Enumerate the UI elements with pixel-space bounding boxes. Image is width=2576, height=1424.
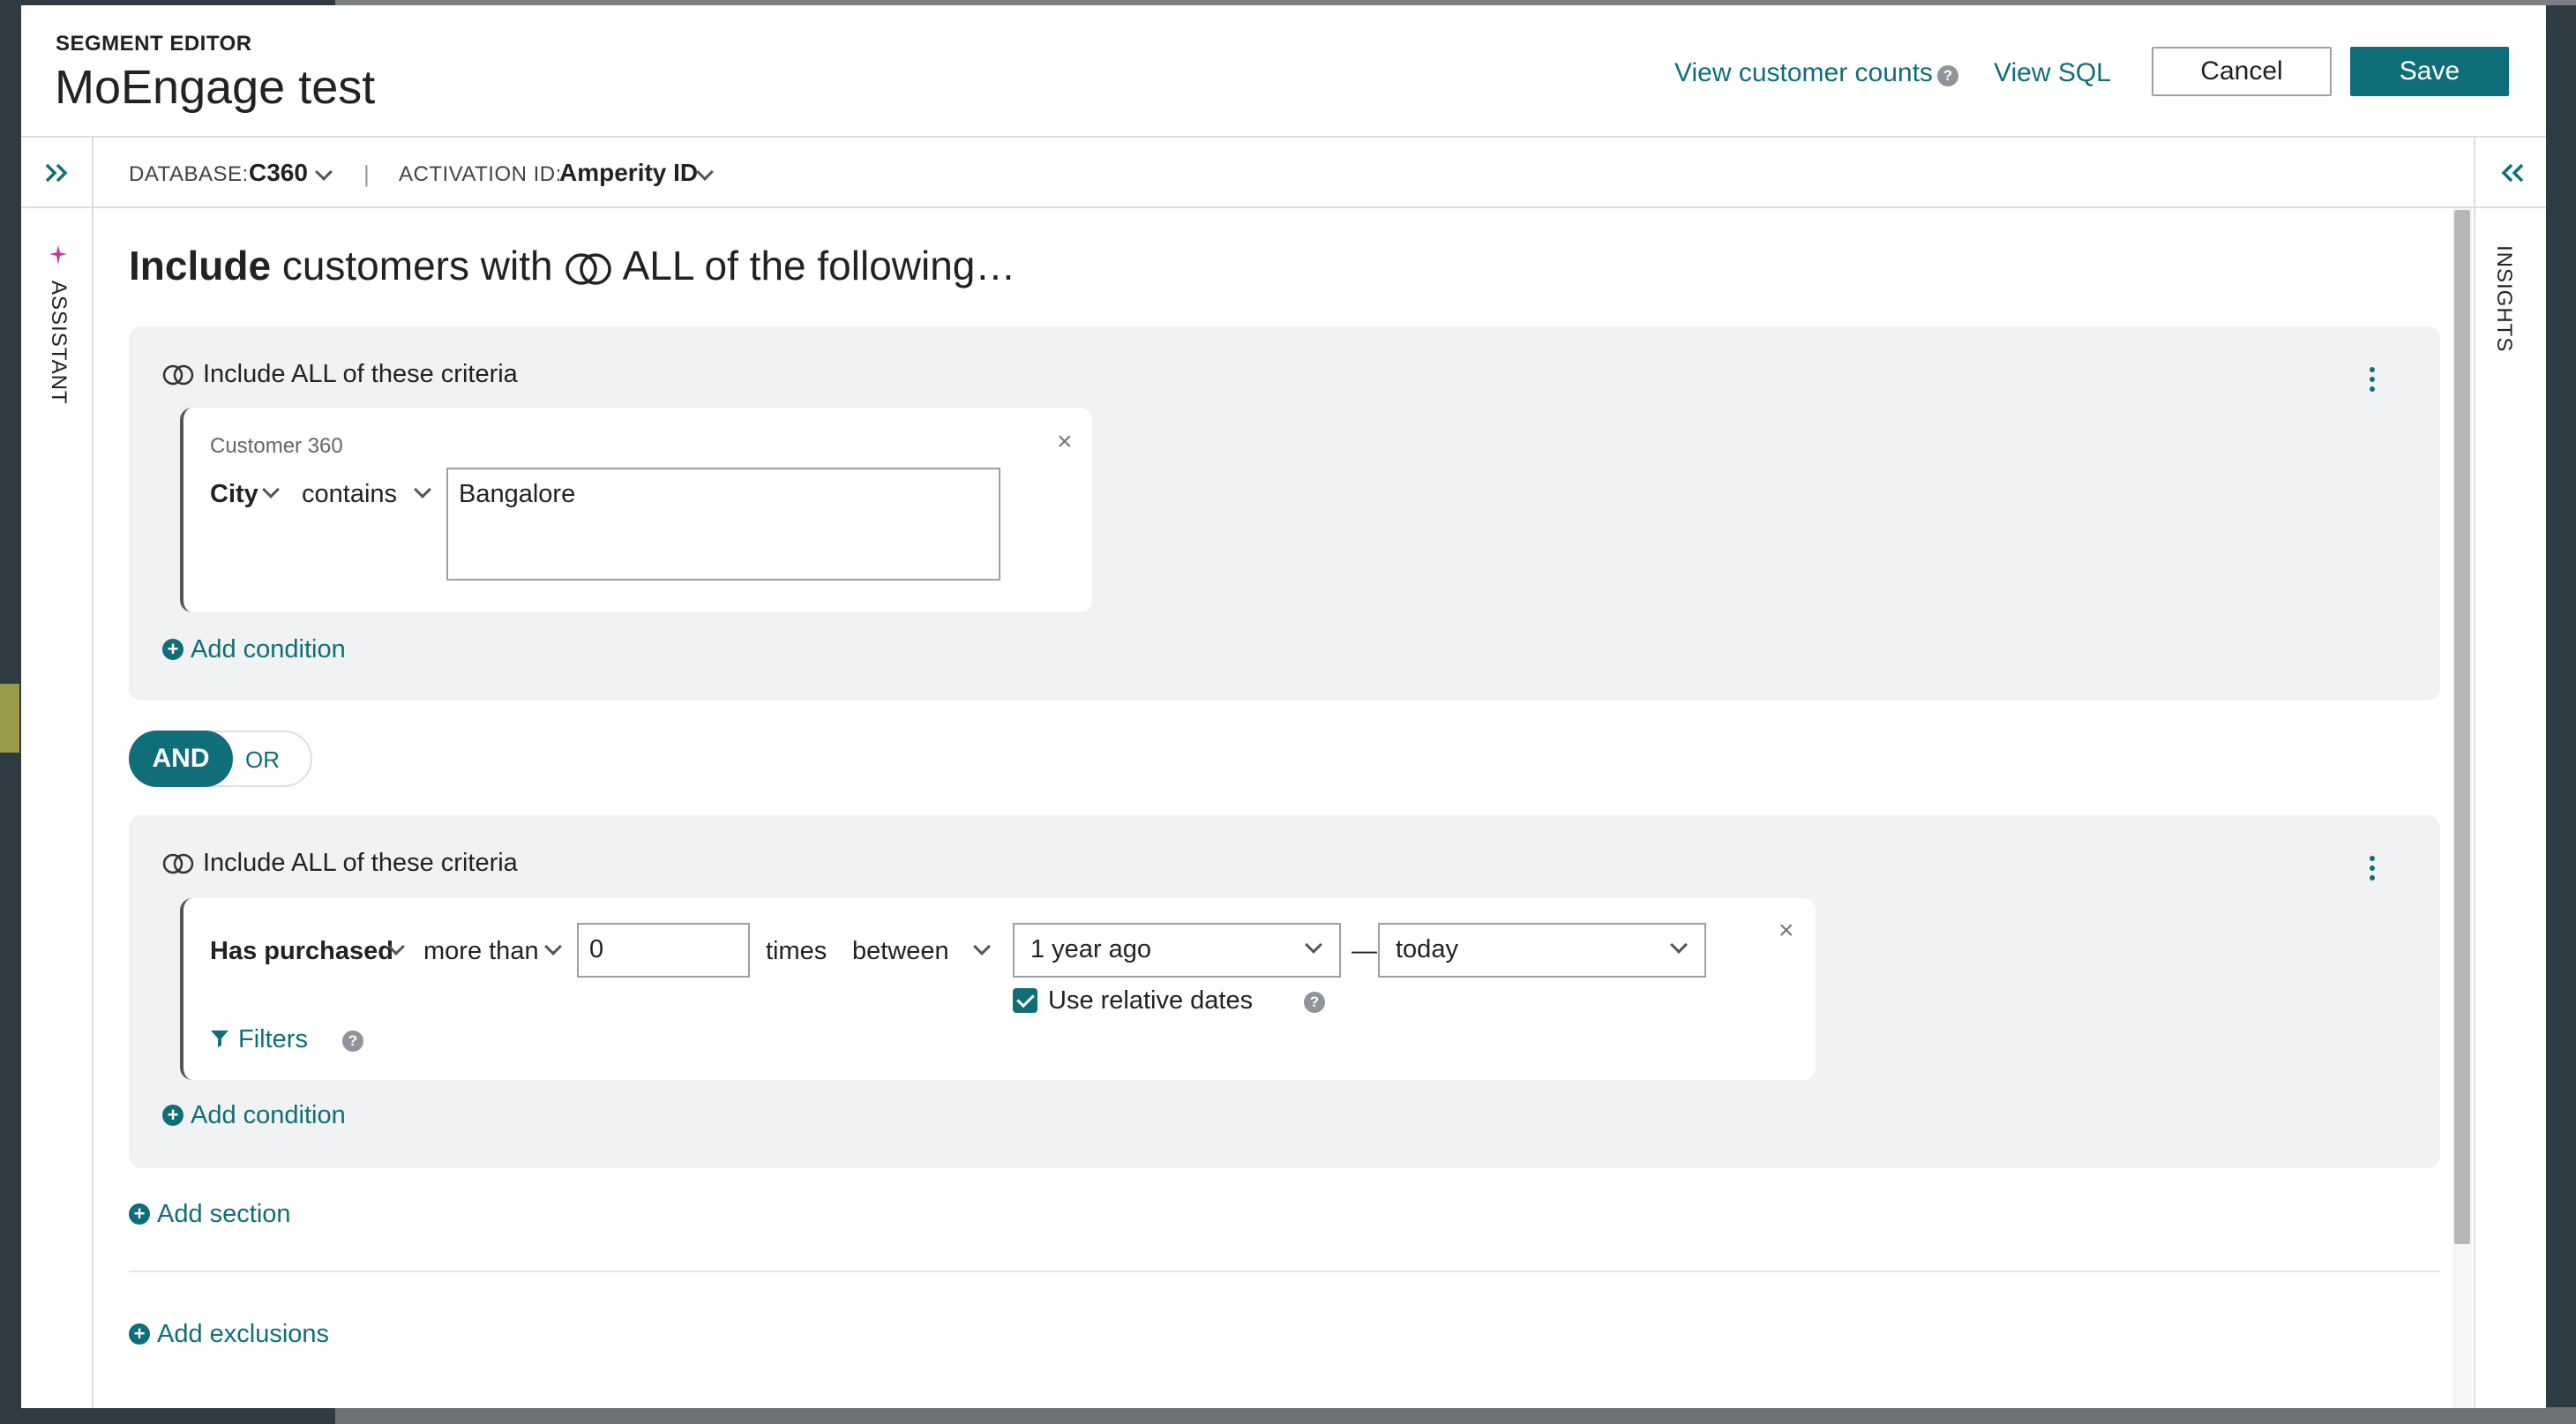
operator-select[interactable]: contains <box>302 480 397 509</box>
subbar-separator: | <box>363 161 370 187</box>
add-icon: + <box>162 1105 183 1126</box>
section-menu-icon[interactable] <box>2370 367 2375 396</box>
and-or-toggle[interactable]: AND OR <box>129 731 312 787</box>
criteria-section-1: Include ALL of these criteria Customer 3… <box>129 326 2440 701</box>
relative-dates-label[interactable]: Use relative dates <box>1048 986 1253 1016</box>
add-condition-link[interactable]: + Add condition <box>162 1101 346 1130</box>
collapse-right-panel[interactable] <box>2474 138 2546 208</box>
from-date-value: 1 year ago <box>1030 935 1152 963</box>
to-date-select[interactable]: today <box>1378 923 1706 978</box>
help-icon[interactable]: ? <box>342 1031 363 1052</box>
criteria-source: Customer 360 <box>210 434 343 458</box>
insights-rail[interactable] <box>2474 208 2546 1408</box>
add-exclusions-label[interactable]: Add exclusions <box>157 1320 329 1348</box>
activation-id-select[interactable]: Amperity ID <box>559 159 698 187</box>
database-bar: DATABASE: C360 | ACTIVATION ID: Amperity… <box>21 138 2546 208</box>
criteria-row: Has purchased more than 0 times between … <box>180 898 1816 1080</box>
remove-condition-icon[interactable]: × <box>1057 427 1073 457</box>
expand-left-panel[interactable] <box>21 138 94 208</box>
to-date-value: today <box>1396 935 1458 963</box>
add-condition-label[interactable]: Add condition <box>191 635 346 663</box>
include-word: Include <box>129 243 272 289</box>
field-select[interactable]: City <box>210 480 258 509</box>
add-condition-label[interactable]: Add condition <box>191 1101 346 1129</box>
expand-chevron-icon <box>45 163 68 183</box>
cancel-button[interactable]: Cancel <box>2152 47 2332 96</box>
count-input[interactable]: 0 <box>577 923 750 978</box>
add-exclusions-link[interactable]: + Add exclusions <box>129 1320 329 1349</box>
operator-chevron-down-icon[interactable] <box>414 481 431 498</box>
insights-tab[interactable]: INSIGHTS <box>2491 245 2516 352</box>
eyebrow-label: SEGMENT EDITOR <box>56 32 252 56</box>
database-label: DATABASE: <box>129 162 249 186</box>
from-chevron-down-icon <box>1305 936 1322 954</box>
database-select[interactable]: C360 <box>249 159 308 187</box>
value-input[interactable]: Bangalore <box>446 468 1000 581</box>
criteria-section-2: Include ALL of these criteria Has purcha… <box>129 815 2440 1168</box>
add-icon: + <box>129 1203 150 1225</box>
remove-condition-icon[interactable]: × <box>1778 916 1794 946</box>
save-button[interactable]: Save <box>2350 47 2509 96</box>
times-label: times <box>766 937 827 965</box>
assistant-tab[interactable]: ASSISTANT <box>46 281 71 405</box>
or-option[interactable]: OR <box>245 746 280 774</box>
modal-header: SEGMENT EDITOR MoEngage test View custom… <box>21 5 2546 138</box>
activation-id-label: ACTIVATION ID: <box>399 162 562 186</box>
add-section-label[interactable]: Add section <box>157 1200 291 1228</box>
section-title[interactable]: Include ALL of these criteria <box>203 849 518 878</box>
section-title[interactable]: Include ALL of these criteria <box>203 360 518 389</box>
range-type-select[interactable]: between <box>852 937 949 966</box>
comparison-chevron-down-icon[interactable] <box>544 938 562 956</box>
venn-all-icon[interactable] <box>564 251 613 287</box>
divider <box>129 1270 2440 1272</box>
include-heading: Include customers with ALL of the follow… <box>129 242 1015 289</box>
help-icon[interactable]: ? <box>1304 992 1325 1013</box>
field-chevron-down-icon[interactable] <box>262 481 280 498</box>
and-option[interactable]: AND <box>129 731 233 787</box>
add-icon: + <box>129 1323 150 1345</box>
from-date-select[interactable]: 1 year ago <box>1013 923 1341 978</box>
venn-icon <box>162 853 194 874</box>
background-highlight <box>0 684 19 753</box>
range-chevron-down-icon[interactable] <box>973 938 991 956</box>
sparkle-icon <box>49 245 67 265</box>
date-range-dash: — <box>1352 937 1377 965</box>
event-select[interactable]: Has purchased <box>210 937 393 966</box>
view-sql-link[interactable]: View SQL <box>1994 58 2111 88</box>
relative-dates-checkbox[interactable] <box>1013 988 1037 1013</box>
segment-editor-modal: SEGMENT EDITOR MoEngage test View custom… <box>21 5 2546 1408</box>
collapse-chevron-icon <box>2501 163 2524 183</box>
view-customer-counts-link[interactable]: View customer counts <box>1674 58 1933 88</box>
add-icon: + <box>162 639 183 660</box>
filter-icon <box>211 1031 228 1047</box>
activation-chevron-down-icon[interactable] <box>696 163 714 181</box>
venn-icon <box>162 364 194 386</box>
scrollbar-thumb[interactable] <box>2454 210 2470 1244</box>
add-condition-link[interactable]: + Add condition <box>162 635 346 664</box>
include-all-text[interactable]: ALL of the following… <box>623 243 1016 289</box>
criteria-row: Customer 360 × City contains Bangalore <box>180 408 1092 612</box>
help-icon[interactable]: ? <box>1937 65 1958 86</box>
database-chevron-down-icon[interactable] <box>315 163 333 181</box>
filters-link[interactable]: Filters <box>238 1025 308 1054</box>
section-menu-icon[interactable] <box>2370 856 2375 885</box>
to-chevron-down-icon <box>1670 936 1688 954</box>
add-section-link[interactable]: + Add section <box>129 1200 291 1229</box>
comparison-select[interactable]: more than <box>423 937 539 966</box>
page-title[interactable]: MoEngage test <box>55 60 375 115</box>
background-footer <box>335 1407 2576 1424</box>
include-text: customers with <box>281 243 553 289</box>
